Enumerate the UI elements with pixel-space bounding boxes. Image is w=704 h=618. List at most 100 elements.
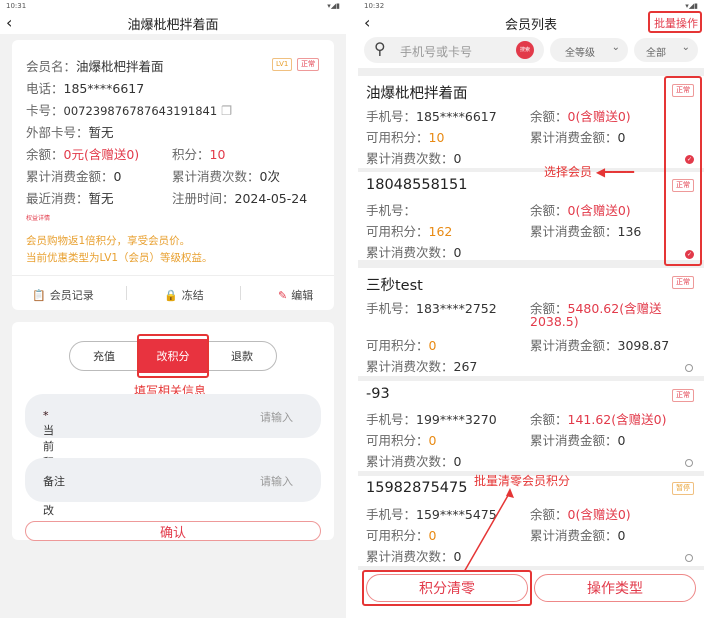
member-amount: 累计消费金额：0	[530, 528, 626, 543]
status-time: 10:31	[6, 2, 27, 10]
chevron-down-icon: ⌄	[611, 42, 620, 53]
member-list-screen: 10:32 ▾◢▮ ‹ 会员列表 批量操作 ⚲ 手机号或卡号 搜索 全等级 ⌄ …	[358, 0, 704, 618]
member-amount: 累计消费金额：0	[530, 433, 626, 448]
level-tag: LV1	[272, 58, 293, 71]
member-points: 可用积分：162	[366, 224, 453, 239]
member-name-row: 会员名：油爆枇杷拌着面	[26, 59, 164, 74]
search-placeholder: 手机号或卡号	[400, 45, 473, 59]
member-info-card: 会员名：油爆枇杷拌着面 LV1 正常 电话：185****6617 卡号：007…	[12, 40, 334, 310]
points-field-placeholder: 请输入	[260, 411, 293, 424]
annotation-select-member: 选择会员 ◀━━━━	[544, 165, 634, 179]
back-icon[interactable]: ‹	[6, 13, 12, 32]
clipboard-icon: 📋	[32, 288, 46, 302]
points-field[interactable]: **当前积分修改 请输入	[25, 394, 321, 517]
phone-row: 电话：185****6617	[26, 81, 145, 96]
last-consume-row: 最近消费：暂无	[26, 191, 114, 206]
member-amount: 累计消费金额：136	[530, 224, 642, 239]
status-time: 10:32	[364, 2, 385, 10]
reg-time-row: 注册时间：2024-05-24	[172, 191, 308, 206]
member-record-button[interactable]: 📋 会员记录	[32, 287, 94, 303]
member-balance: 余额：141.62(含赠送0)	[530, 412, 667, 427]
status-tag: 正常	[672, 389, 694, 402]
divider	[126, 286, 127, 300]
status-tag: 暂停	[672, 482, 694, 495]
annotation-arrow	[463, 488, 514, 573]
member-count: 累计消费次数：0	[366, 549, 462, 564]
member-amount: 累计消费金额：3098.87	[530, 338, 670, 353]
member-count: 累计消费次数：0	[366, 245, 462, 260]
member-amount: 累计消费金额：0	[530, 130, 626, 145]
tab-refund[interactable]: 退款	[207, 341, 277, 371]
member-points: 可用积分：0	[366, 528, 437, 543]
tab-recharge[interactable]: 充值	[69, 341, 139, 371]
divider	[12, 275, 334, 276]
member-phone: 手机号：185****6617	[366, 109, 497, 124]
member-phone: 手机号：183****2752	[366, 301, 497, 316]
member-name: 18048558151	[366, 177, 468, 193]
copy-icon[interactable]: ❐	[221, 103, 232, 118]
member-balance: 余额：0(含赠送0)	[530, 203, 631, 218]
confirm-button[interactable]: 确认	[25, 521, 321, 541]
total-count-row: 累计消费次数：0次	[172, 169, 280, 184]
member-balance: 余额：0(含赠送0)	[530, 109, 631, 124]
ext-card-row: 外部卡号：暂无	[26, 125, 114, 140]
status-icons: ▾◢▮	[685, 2, 698, 10]
list-item[interactable]: 15982875475 暂停 手机号：159****5475 余额：0(含赠送0…	[358, 476, 704, 566]
chevron-down-icon: ⌄	[681, 42, 690, 53]
member-name: 15982875475	[366, 480, 468, 496]
card-row: 卡号：007239876787643191841 ❐	[26, 103, 233, 118]
operation-type-button[interactable]: 操作类型	[534, 574, 696, 602]
back-icon[interactable]: ‹	[364, 13, 370, 32]
member-points: 可用积分：10	[366, 130, 445, 145]
benefit-text: 会员购物返1倍积分，享受会员价。 当前优惠类型为LV1（会员）等级权益。	[26, 235, 213, 264]
status-tag: 正常	[297, 58, 319, 71]
points-row: 积分：10	[172, 147, 226, 162]
member-points: 可用积分：0	[366, 433, 437, 448]
member-detail-screen: 10:31 ▾◢▮ ‹ 油爆枇杷拌着面 会员名：油爆枇杷拌着面 LV1 正常 电…	[0, 0, 346, 618]
divider	[240, 286, 241, 300]
all-filter-dropdown[interactable]: 全部 ⌄	[634, 38, 698, 62]
member-points: 可用积分：0	[366, 338, 437, 353]
member-balance: 余额：0(含赠送0)	[530, 507, 631, 522]
remark-field[interactable]: 备注 请输入	[25, 458, 321, 502]
status-icons: ▾◢▮	[327, 2, 340, 10]
filter-bar: ⚲ 手机号或卡号 搜索 全等级 ⌄ 全部 ⌄	[358, 34, 704, 68]
checkbox-unchecked-icon[interactable]	[685, 554, 693, 562]
lock-icon: 🔒	[164, 288, 178, 302]
freeze-button[interactable]: 🔒 冻结	[164, 287, 204, 303]
status-tag: 正常	[672, 276, 694, 289]
pencil-icon: ✎	[278, 288, 288, 302]
level-filter-dropdown[interactable]: 全等级 ⌄	[550, 38, 628, 62]
search-icon: ⚲	[374, 39, 386, 58]
highlight-box	[648, 11, 702, 33]
checkbox-unchecked-icon[interactable]	[685, 459, 693, 467]
member-phone: 手机号：199****3270	[366, 412, 497, 427]
highlight-box	[362, 570, 532, 606]
edit-form-card: 充值 改积分 退款 填写相关信息 **当前积分修改 请输入 备注 请输入 确认	[12, 322, 334, 541]
page-title: 油爆枇杷拌着面	[127, 17, 219, 33]
search-button[interactable]: 搜索	[516, 41, 534, 59]
balance-row: 余额：0元(含赠送0)	[26, 147, 140, 162]
list-item[interactable]: -93 正常 手机号：199****3270 余额：141.62(含赠送0) 可…	[358, 381, 704, 471]
member-phone: 手机号：	[366, 203, 417, 218]
search-input[interactable]: ⚲ 手机号或卡号 搜索	[364, 37, 544, 63]
member-balance-cont: 2038.5)	[530, 314, 579, 329]
list-item[interactable]: 三秒test 正常 手机号：183****2752 余额：5480.62(含赠送…	[358, 268, 704, 376]
member-count: 累计消费次数：0	[366, 151, 462, 166]
highlight-box	[664, 76, 702, 266]
nav-bar: ‹ 油爆枇杷拌着面	[0, 12, 346, 34]
status-bar: 10:31 ▾◢▮	[0, 0, 346, 12]
member-count: 累计消费次数：267	[366, 359, 478, 374]
member-name: 油爆枇杷拌着面	[366, 86, 468, 102]
benefit-link[interactable]: 权益详情	[26, 213, 50, 222]
list-item[interactable]: 油爆枇杷拌着面 正常 手机号：185****6617 余额：0(含赠送0) 可用…	[358, 76, 704, 168]
edit-button[interactable]: ✎ 编辑	[278, 287, 313, 303]
member-name: 三秒test	[366, 278, 423, 294]
page-title: 会员列表	[504, 17, 557, 33]
member-name: -93	[366, 386, 390, 402]
list-item[interactable]: 18048558151 正常 手机号： 余额：0(含赠送0) 可用积分：162 …	[358, 172, 704, 260]
highlight-box	[137, 334, 209, 378]
remark-field-label: 备注	[43, 475, 65, 488]
remark-field-placeholder: 请输入	[260, 475, 293, 488]
checkbox-unchecked-icon[interactable]	[685, 364, 693, 372]
